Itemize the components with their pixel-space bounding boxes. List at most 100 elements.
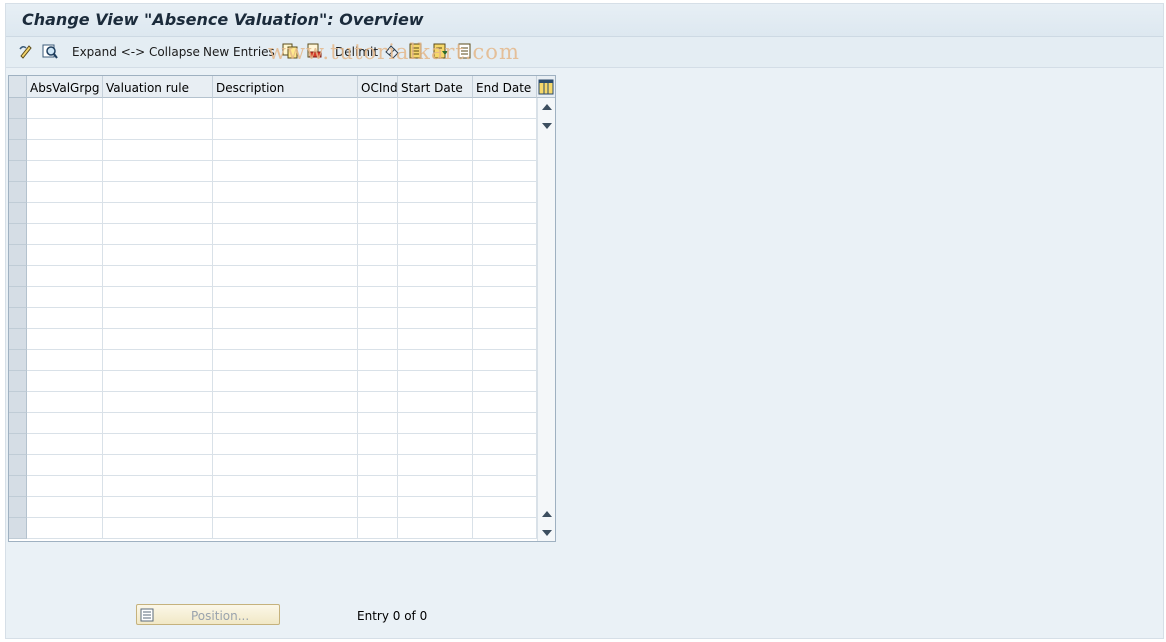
table-cell[interactable] — [473, 266, 537, 287]
table-cell[interactable] — [358, 476, 398, 497]
table-cell[interactable] — [473, 287, 537, 308]
row-selector[interactable] — [9, 182, 27, 203]
table-cell[interactable] — [213, 413, 358, 434]
table-cell[interactable] — [213, 203, 358, 224]
table-cell[interactable] — [398, 98, 473, 119]
row-selector[interactable] — [9, 518, 27, 539]
row-selector[interactable] — [9, 140, 27, 161]
table-cell[interactable] — [103, 140, 213, 161]
table-cell[interactable] — [473, 161, 537, 182]
table-cell[interactable] — [103, 518, 213, 539]
table-cell[interactable] — [398, 182, 473, 203]
table-cell[interactable] — [213, 245, 358, 266]
table-cell[interactable] — [398, 140, 473, 161]
table-cell[interactable] — [103, 287, 213, 308]
table-cell[interactable] — [103, 266, 213, 287]
column-header-valuation-rule[interactable]: Valuation rule — [103, 76, 213, 98]
copy-icon[interactable] — [282, 43, 298, 59]
table-cell[interactable] — [27, 98, 103, 119]
table-cell[interactable] — [103, 224, 213, 245]
table-cell[interactable] — [473, 119, 537, 140]
table-cell[interactable] — [358, 413, 398, 434]
table-cell[interactable] — [213, 476, 358, 497]
table-cell[interactable] — [213, 119, 358, 140]
row-selector[interactable] — [9, 413, 27, 434]
scroll-page-down-icon[interactable] — [542, 123, 552, 129]
table-cell[interactable] — [103, 392, 213, 413]
table-cell[interactable] — [398, 224, 473, 245]
row-selector[interactable] — [9, 266, 27, 287]
table-cell[interactable] — [213, 161, 358, 182]
table-cell[interactable] — [358, 182, 398, 203]
table-cell[interactable] — [473, 518, 537, 539]
table-cell[interactable] — [473, 182, 537, 203]
row-selector[interactable] — [9, 350, 27, 371]
table-cell[interactable] — [27, 308, 103, 329]
table-cell[interactable] — [27, 476, 103, 497]
select-all-icon[interactable] — [408, 43, 424, 59]
table-cell[interactable] — [27, 224, 103, 245]
table-cell[interactable] — [398, 518, 473, 539]
table-cell[interactable] — [358, 434, 398, 455]
expand-collapse-button[interactable]: Expand <-> Collapse — [72, 45, 200, 59]
table-cell[interactable] — [27, 518, 103, 539]
row-selector[interactable] — [9, 245, 27, 266]
table-cell[interactable] — [103, 308, 213, 329]
table-cell[interactable] — [358, 371, 398, 392]
column-header-absvalgrpg[interactable]: AbsValGrpg — [27, 76, 103, 98]
table-cell[interactable] — [27, 350, 103, 371]
table-cell[interactable] — [213, 287, 358, 308]
delete-icon[interactable] — [306, 43, 322, 59]
table-cell[interactable] — [213, 140, 358, 161]
table-cell[interactable] — [27, 413, 103, 434]
table-cell[interactable] — [213, 329, 358, 350]
table-cell[interactable] — [398, 329, 473, 350]
table-cell[interactable] — [103, 476, 213, 497]
table-cell[interactable] — [103, 161, 213, 182]
table-cell[interactable] — [213, 392, 358, 413]
row-selector[interactable] — [9, 329, 27, 350]
table-cell[interactable] — [358, 392, 398, 413]
table-cell[interactable] — [27, 329, 103, 350]
position-button[interactable]: Position... — [136, 604, 280, 625]
table-cell[interactable] — [398, 371, 473, 392]
table-cell[interactable] — [473, 455, 537, 476]
table-cell[interactable] — [473, 245, 537, 266]
table-cell[interactable] — [358, 266, 398, 287]
table-cell[interactable] — [358, 161, 398, 182]
column-header-end-date[interactable]: End Date — [473, 76, 537, 98]
table-cell[interactable] — [358, 119, 398, 140]
scroll-up-arrow-icon[interactable] — [542, 104, 552, 110]
select-all-rows-button[interactable] — [9, 76, 27, 98]
table-cell[interactable] — [398, 266, 473, 287]
table-cell[interactable] — [358, 308, 398, 329]
table-cell[interactable] — [398, 245, 473, 266]
table-cell[interactable] — [27, 161, 103, 182]
table-cell[interactable] — [213, 224, 358, 245]
table-cell[interactable] — [213, 182, 358, 203]
table-cell[interactable] — [398, 434, 473, 455]
table-cell[interactable] — [213, 518, 358, 539]
scroll-page-up-icon[interactable] — [542, 511, 552, 517]
table-cell[interactable] — [27, 497, 103, 518]
table-cell[interactable] — [103, 413, 213, 434]
table-cell[interactable] — [358, 140, 398, 161]
table-cell[interactable] — [27, 455, 103, 476]
row-selector[interactable] — [9, 203, 27, 224]
table-cell[interactable] — [213, 266, 358, 287]
table-cell[interactable] — [213, 455, 358, 476]
table-cell[interactable] — [473, 203, 537, 224]
row-selector[interactable] — [9, 392, 27, 413]
table-cell[interactable] — [358, 224, 398, 245]
row-selector[interactable] — [9, 224, 27, 245]
select-block-icon[interactable] — [433, 43, 449, 59]
table-cell[interactable] — [103, 434, 213, 455]
table-cell[interactable] — [27, 392, 103, 413]
new-entries-button[interactable]: New Entries — [203, 45, 275, 59]
table-cell[interactable] — [27, 266, 103, 287]
table-cell[interactable] — [473, 371, 537, 392]
table-cell[interactable] — [473, 413, 537, 434]
table-cell[interactable] — [27, 203, 103, 224]
table-cell[interactable] — [358, 350, 398, 371]
table-cell[interactable] — [358, 518, 398, 539]
